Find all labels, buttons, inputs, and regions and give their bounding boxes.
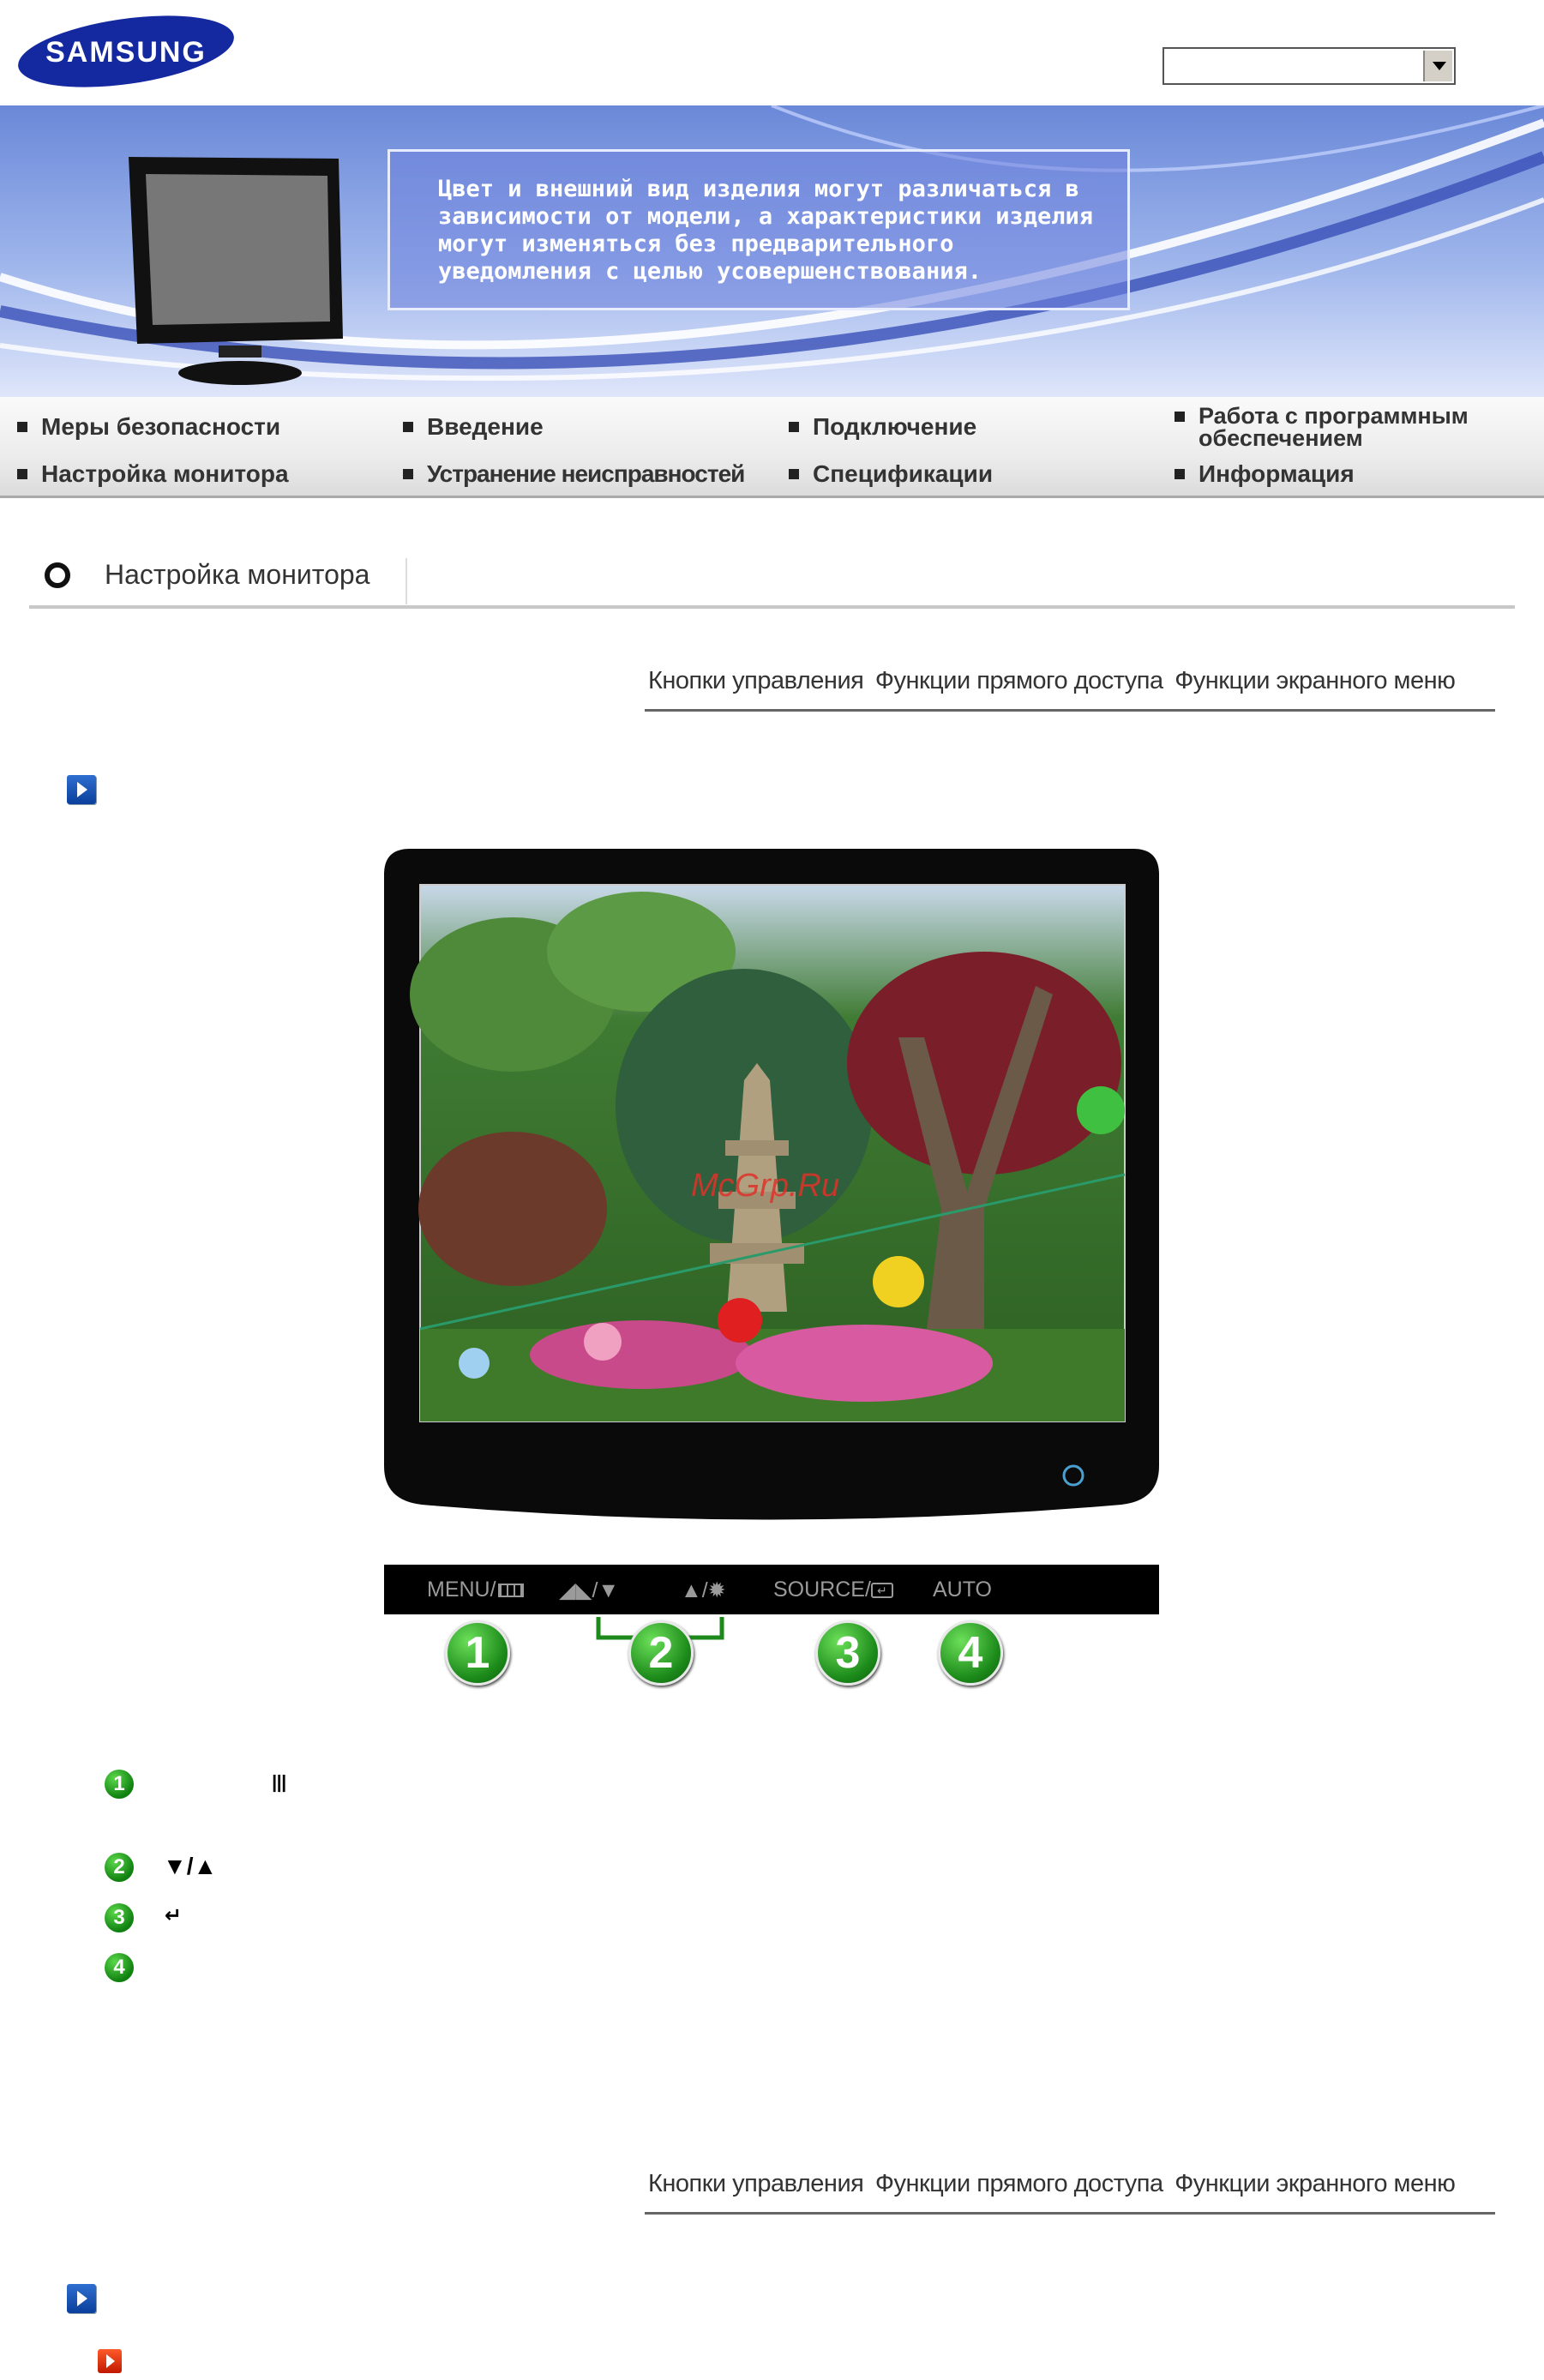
brightness-down-label[interactable]: ◢◣/▼ xyxy=(559,1578,619,1603)
list-num-4: 4 xyxy=(105,1953,134,1982)
brand-text: SAMSUNG xyxy=(45,36,207,69)
up-brightness-label[interactable]: ▲/✹ xyxy=(681,1578,726,1603)
section-circle-icon xyxy=(45,562,70,588)
nav-item-troubleshooting[interactable]: Устранение неисправностей xyxy=(403,460,745,487)
menu-icon xyxy=(497,1584,524,1598)
list-num-1: 1 xyxy=(105,1770,134,1799)
nav-item-software[interactable]: Работа с программным обеспечением xyxy=(1175,403,1517,451)
down-up-arrows-icon: ▼/▲ xyxy=(163,1853,218,1879)
tab-bar-rule xyxy=(645,2212,1495,2215)
play-icon xyxy=(67,2284,96,2313)
title-divider xyxy=(406,558,407,604)
list-num-3: 3 xyxy=(105,1903,134,1932)
callout-4: 4 xyxy=(938,1620,1003,1686)
tab-osd-functions[interactable]: Функции экранного меню xyxy=(1175,667,1456,694)
nav-item-monitor-setup[interactable]: Настройка монитора xyxy=(17,462,289,486)
bullet-icon xyxy=(17,422,27,432)
page-title: Настройка монитора xyxy=(105,559,370,590)
orange-play-icon xyxy=(98,2349,122,2373)
nav-item-info[interactable]: Информация xyxy=(1175,462,1355,486)
enter-icon: ↵ xyxy=(165,1904,183,1927)
up-arrow-icon: ▲ xyxy=(681,1578,702,1602)
nav-item-safety[interactable]: Меры безопасности xyxy=(17,415,280,439)
bullet-icon xyxy=(789,422,799,432)
bullet-icon xyxy=(403,469,413,479)
down-arrow-icon: ▼ xyxy=(598,1578,620,1602)
nav-item-specs[interactable]: Спецификации xyxy=(789,462,993,486)
banner-disclaimer: Цвет и внешний вид изделия могут различа… xyxy=(388,149,1130,310)
bullet-icon xyxy=(1175,412,1185,422)
tab-bar-top: Кнопки управления Функции прямого доступ… xyxy=(648,667,1460,695)
nav-item-label: Подключение xyxy=(813,413,977,440)
callout-2: 2 xyxy=(628,1620,694,1686)
menu-icon: Ⅲ xyxy=(271,1770,288,1797)
nav-item-label: Спецификации xyxy=(813,460,994,487)
watermark: McGrp.Ru xyxy=(691,1168,840,1204)
nav-item-intro[interactable]: Введение xyxy=(403,415,544,439)
section-rule xyxy=(29,605,1515,609)
nav-item-label: Введение xyxy=(427,413,544,440)
callout-1: 1 xyxy=(445,1620,510,1686)
play-icon xyxy=(67,775,96,804)
bullet-icon xyxy=(17,469,27,479)
samsung-logo: SAMSUNG xyxy=(18,15,234,87)
tab-control-buttons[interactable]: Кнопки управления xyxy=(648,667,864,694)
tab-bar-rule xyxy=(645,709,1495,712)
enter-icon: ↵ xyxy=(870,1583,893,1599)
callout-3: 3 xyxy=(815,1620,880,1686)
nav-item-label: Информация xyxy=(1199,460,1355,487)
tab-bar-bottom: Кнопки управления Функции прямого доступ… xyxy=(648,2170,1460,2198)
main-nav: Меры безопасности Введение Подключение Р… xyxy=(0,397,1544,498)
garden-scene xyxy=(410,892,1126,1421)
menu-button-label[interactable]: MENU/ xyxy=(427,1578,524,1602)
nav-item-label: Меры безопасности xyxy=(41,413,281,440)
tab-direct-access[interactable]: Функции прямого доступа xyxy=(875,667,1163,694)
tab-direct-access[interactable]: Функции прямого доступа xyxy=(875,2170,1163,2197)
nav-item-label: Настройка монитора xyxy=(41,460,289,487)
auto-button-label[interactable]: AUTO xyxy=(933,1578,992,1602)
nav-item-connection[interactable]: Подключение xyxy=(789,415,976,439)
tab-osd-functions[interactable]: Функции экранного меню xyxy=(1175,2170,1456,2197)
bullet-icon xyxy=(1175,469,1185,479)
magic-bright-icon: ◢◣ xyxy=(559,1578,592,1602)
nav-item-label: Работа с программным обеспечением xyxy=(1199,403,1469,451)
tab-control-buttons[interactable]: Кнопки управления xyxy=(648,2170,864,2197)
monitor-button-bar: MENU/ ◢◣/▼ ▲/✹ SOURCE/↵ AUTO xyxy=(384,1565,1159,1614)
bullet-icon xyxy=(789,469,799,479)
bullet-icon xyxy=(403,422,413,432)
chevron-down-icon[interactable] xyxy=(1423,51,1452,81)
brightness-icon: ✹ xyxy=(707,1578,726,1602)
model-select[interactable] xyxy=(1163,47,1456,85)
nav-item-label: Устранение неисправностей xyxy=(427,460,745,487)
list-num-2: 2 xyxy=(105,1853,134,1882)
source-button-label[interactable]: SOURCE/↵ xyxy=(773,1578,893,1602)
